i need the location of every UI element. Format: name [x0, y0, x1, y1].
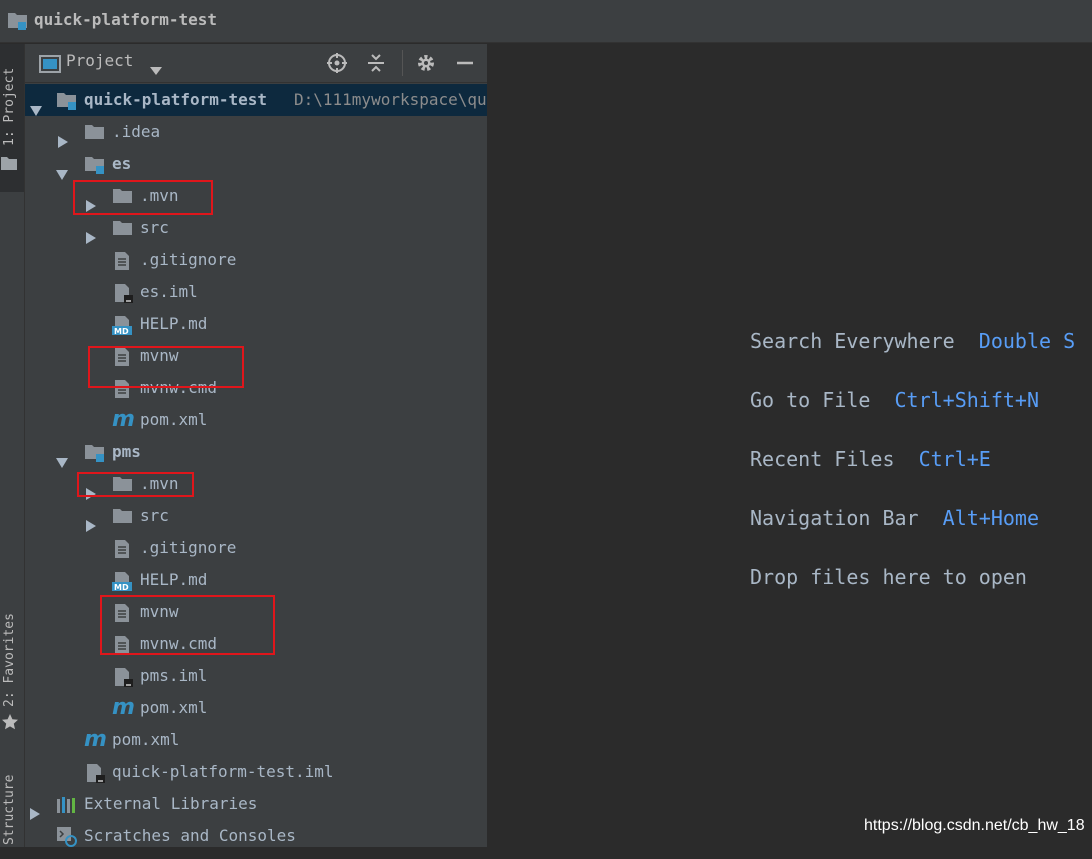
tree-row[interactable]: m pom.xml	[25, 692, 487, 724]
hint-shortcut: Double S	[978, 329, 1076, 353]
tree-row-label: HELP.md	[140, 314, 208, 333]
hint-navigation-bar: Navigation Bar Alt+Home	[750, 503, 1039, 533]
svg-text:m: m	[112, 407, 134, 430]
svg-text:m: m	[112, 695, 134, 718]
tree-row-label: pom.xml	[140, 410, 208, 429]
highlight-box	[77, 472, 194, 497]
tab-favorites[interactable]: 2: Favorites	[0, 595, 24, 735]
tree-row[interactable]: pms	[25, 436, 487, 468]
tab-favorites-label: 2: Favorites	[2, 613, 17, 707]
tree-row[interactable]: src	[25, 212, 487, 244]
scratches-icon	[56, 826, 78, 859]
tree-row[interactable]: m pom.xml	[25, 404, 487, 436]
gear-icon[interactable]	[415, 52, 437, 74]
tree-row-label: .idea	[112, 122, 161, 141]
tree-row-label: .gitignore	[140, 538, 237, 557]
tree-row-label: HELP.md	[140, 570, 208, 589]
tree-row-label: es.iml	[140, 282, 198, 301]
locate-icon[interactable]	[326, 52, 348, 74]
tree-row-label: src	[140, 218, 169, 237]
hint-shortcut: Alt+Home	[942, 506, 1039, 530]
tree-row[interactable]: m pom.xml	[25, 724, 487, 756]
title-bar: quick-platform-test	[0, 0, 1092, 43]
hide-icon[interactable]	[454, 52, 476, 74]
folder-icon	[1, 156, 17, 174]
watermark: https://blog.csdn.net/cb_hw_18	[864, 817, 1085, 834]
hint-drop-files: Drop files here to open	[750, 562, 1027, 592]
hint-shortcut: Ctrl+E	[918, 447, 991, 471]
tab-structure[interactable]: Structure	[0, 765, 24, 847]
svg-text:MD: MD	[114, 583, 129, 591]
hint-text: Navigation Bar	[750, 506, 919, 530]
tree-row[interactable]: MD HELP.md	[25, 564, 487, 596]
hint-text: Drop files here to open	[750, 565, 1027, 589]
tree-row-scratches[interactable]: Scratches and Consoles	[25, 820, 487, 852]
tree-row-label: pms	[112, 442, 141, 461]
hint-text: Recent Files	[750, 447, 895, 471]
panel-title[interactable]: Project	[66, 51, 133, 70]
tree-row-label: src	[140, 506, 169, 525]
tree-row[interactable]: es	[25, 148, 487, 180]
project-view-icon	[39, 54, 61, 78]
chevron-down-icon[interactable]	[150, 60, 162, 79]
tab-project[interactable]: 1: Project	[0, 44, 24, 192]
tree-row-label: pom.xml	[112, 730, 180, 749]
tree-row-label: pom.xml	[140, 698, 208, 717]
hint-recent-files: Recent Files Ctrl+E	[750, 444, 991, 474]
collapse-all-icon[interactable]	[365, 52, 387, 74]
svg-text:m: m	[84, 727, 106, 750]
project-panel: Project quick-platform-test D:\111mywork…	[25, 44, 488, 847]
tab-project-label: 1: Project	[2, 67, 17, 146]
tree-row[interactable]: src	[25, 500, 487, 532]
window-title: quick-platform-test	[34, 10, 218, 29]
panel-header: Project	[25, 44, 487, 83]
tree-row[interactable]: pms.iml	[25, 660, 487, 692]
highlight-box	[100, 595, 275, 655]
highlight-box	[73, 180, 213, 215]
tree-row-label: .gitignore	[140, 250, 237, 269]
hint-shortcut: Ctrl+Shift+N	[894, 388, 1040, 412]
tree-row[interactable]: es.iml	[25, 276, 487, 308]
star-icon	[1, 713, 19, 735]
tree-row-label: External Libraries	[84, 794, 258, 813]
tree-row-external-libraries[interactable]: External Libraries	[25, 788, 487, 820]
tree-row-label: es	[112, 154, 132, 173]
tree-row[interactable]: .idea	[25, 116, 487, 148]
highlight-box	[88, 346, 244, 388]
tree-row-label: quick-platform-test.iml	[112, 762, 334, 781]
header-divider	[402, 50, 403, 76]
tree-row-label: quick-platform-test	[84, 90, 268, 109]
tree-row[interactable]: quick-platform-test.iml	[25, 756, 487, 788]
tab-structure-label: Structure	[2, 774, 17, 845]
svg-text:MD: MD	[114, 327, 129, 335]
tree-row[interactable]: MD HELP.md	[25, 308, 487, 340]
hint-text: Search Everywhere	[750, 329, 955, 353]
hint-text: Go to File	[750, 388, 871, 412]
tree-row-label: pms.iml	[140, 666, 208, 685]
tree-row[interactable]: .gitignore	[25, 244, 487, 276]
tree-row-root[interactable]: quick-platform-test D:\111myworkspace\qu	[25, 84, 487, 116]
hint-go-to-file: Go to File Ctrl+Shift+N	[750, 385, 1039, 415]
project-folder-icon	[7, 10, 29, 36]
tree-row[interactable]: .gitignore	[25, 532, 487, 564]
root-path: D:\111myworkspace\qu	[294, 90, 487, 109]
tree-row-label: Scratches and Consoles	[84, 826, 296, 845]
hint-search-everywhere: Search Everywhere Double S	[750, 326, 1075, 356]
